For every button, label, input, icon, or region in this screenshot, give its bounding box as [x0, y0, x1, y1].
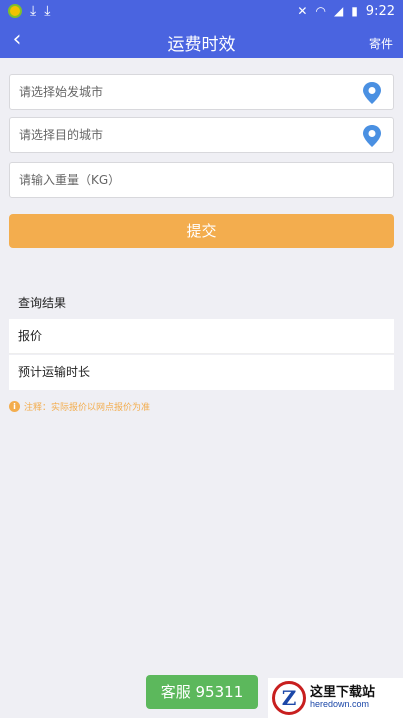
logo-domain: heredown.com	[310, 699, 370, 710]
nav-bar: ‹ 运费时效 寄件	[0, 24, 403, 58]
send-package-button[interactable]: 寄件	[369, 35, 393, 52]
submit-button[interactable]: 提交	[9, 214, 394, 248]
signal-icon: ◢	[333, 4, 344, 18]
logo-text: 这里下载站 heredown.com	[310, 684, 376, 710]
weight-field[interactable]	[9, 162, 394, 198]
note: i 注释：实际报价以网点报价为准	[9, 400, 150, 413]
info-icon: i	[9, 401, 20, 412]
note-text: 注释：实际报价以网点报价为准	[24, 403, 151, 413]
status-bar: ⤓ ⤓ ✕ ◠ ◢ ▮ 9:22	[0, 0, 403, 24]
result-row-transit-time: 预计运输时长	[9, 355, 394, 390]
origin-city-input[interactable]	[10, 75, 393, 109]
origin-city-field[interactable]	[9, 74, 394, 110]
customer-service-button[interactable]: 客服 95311	[146, 675, 258, 709]
download-icon: ⤓	[44, 3, 51, 19]
page-title: 运费时效	[167, 35, 236, 55]
results-header: 查询结果	[18, 296, 67, 310]
battery-icon: ▮	[351, 4, 358, 18]
destination-city-field[interactable]	[9, 117, 394, 153]
watermark-logo: Z 这里下载站 heredown.com	[268, 678, 403, 718]
location-pin-icon[interactable]	[361, 124, 383, 148]
status-left: ⤓ ⤓	[8, 3, 50, 19]
wifi-icon: ◠	[315, 4, 326, 18]
download-icon: ⤓	[30, 3, 37, 19]
app-notification-icon	[8, 4, 22, 18]
status-time: 9:22	[365, 3, 395, 19]
destination-city-input[interactable]	[10, 118, 393, 152]
weight-input[interactable]	[10, 163, 393, 197]
mute-icon: ✕	[297, 4, 308, 18]
result-row-quote: 报价	[9, 319, 394, 354]
status-right: ✕ ◠ ◢ ▮ 9:22	[297, 3, 395, 19]
logo-z-icon: Z	[272, 681, 306, 715]
logo-title: 这里下载站	[310, 684, 376, 700]
location-pin-icon[interactable]	[361, 81, 383, 105]
